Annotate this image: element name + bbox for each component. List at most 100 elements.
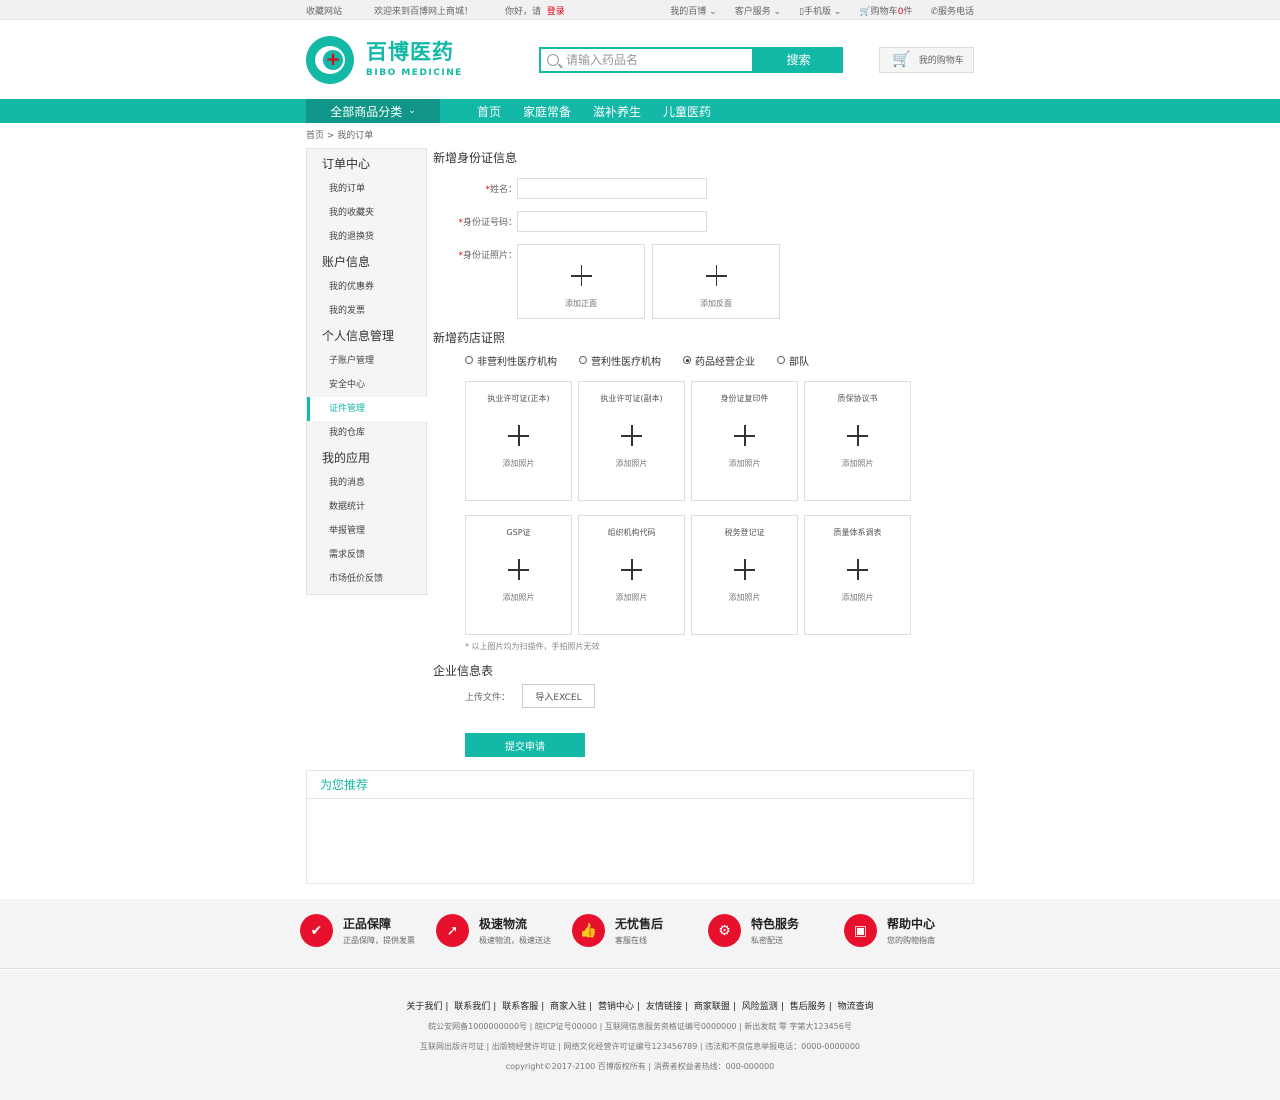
- sidebar-item-returns[interactable]: 我的退换货: [307, 225, 426, 249]
- logo[interactable]: 百博医药 BIBO MEDICINE: [306, 35, 539, 84]
- footer-link-risk[interactable]: 风险监测: [742, 1002, 778, 1012]
- sidebar-item-my-orders[interactable]: 我的订单: [307, 177, 426, 201]
- sidebar-item-sub-accounts[interactable]: 子账户管理: [307, 349, 426, 373]
- top-bar: 收藏网站 欢迎来到百博网上商城！ 你好，请 登录 我的百博 ⌄ 客户服务 ⌄ ▯…: [0, 0, 1280, 20]
- upload-id-copy[interactable]: 身份证复印件 添加照片: [691, 381, 798, 501]
- main-nav: 全部商品分类 ⌄ 首页 家庭常备 滋补养生 儿童医药: [0, 99, 1280, 123]
- upload-title: 税务登记证: [724, 528, 765, 537]
- nav-tonic[interactable]: 滋补养生: [593, 103, 641, 120]
- plus-icon: [621, 559, 642, 580]
- upload-quality-agreement[interactable]: 质保协议书 添加照片: [804, 381, 911, 501]
- import-excel-button[interactable]: 导入EXCEL: [522, 684, 596, 708]
- upload-title: 质量体系调表: [833, 528, 882, 537]
- name-field[interactable]: [517, 178, 707, 199]
- footer-link-contact[interactable]: 联系我们: [454, 1002, 490, 1012]
- service-subtitle: 您的购物指南: [887, 936, 935, 945]
- breadcrumb: 首页 > 我的订单: [306, 131, 374, 141]
- sidebar-group-personal: 个人信息管理: [322, 329, 395, 343]
- top-cart-suffix: 件: [903, 6, 913, 17]
- name-row: *姓名：: [433, 178, 974, 199]
- upload-org-code[interactable]: 组织机构代码 添加照片: [578, 515, 685, 635]
- service-subtitle: 私密配送: [751, 936, 783, 945]
- sidebar-item-messages[interactable]: 我的消息: [307, 471, 426, 495]
- footer-link-about[interactable]: 关于我们: [406, 1002, 442, 1012]
- sidebar-item-security[interactable]: 安全中心: [307, 373, 426, 397]
- all-categories-menu[interactable]: 全部商品分类 ⌄: [306, 99, 440, 123]
- footer-link-aftersale[interactable]: 售后服务: [790, 1002, 826, 1012]
- upload-gsp-cert[interactable]: GSP证 添加照片: [465, 515, 572, 635]
- my-cart-label: 我的购物车: [918, 56, 964, 66]
- radio-pharma-enterprise[interactable]: 药品经营企业: [683, 353, 755, 368]
- id-number-label: *身份证号码：: [433, 215, 517, 228]
- my-bibo-menu[interactable]: 我的百博 ⌄: [670, 4, 716, 17]
- sidebar-item-statistics[interactable]: 数据统计: [307, 495, 426, 519]
- add-photo-label: 添加照片: [841, 593, 874, 602]
- submit-application-button[interactable]: 提交申请: [465, 733, 585, 757]
- upload-title: 质保协议书: [837, 394, 878, 403]
- service-help[interactable]: ▣ 帮助中心 您的购物指南: [844, 914, 980, 947]
- license-upload-grid: 执业许可证(正本) 添加照片 执业许可证(副本) 添加照片 身份证复印件 添加照片 质…: [465, 381, 974, 635]
- sidebar-item-reports[interactable]: 举报管理: [307, 519, 426, 543]
- sidebar-item-coupons[interactable]: 我的优惠券: [307, 275, 426, 299]
- service-title: 正品保障: [343, 917, 392, 931]
- footer-link-marketing[interactable]: 营销中心: [598, 1002, 634, 1012]
- favorite-link[interactable]: 收藏网站: [306, 4, 342, 17]
- footer-link-logistics[interactable]: 物流查询: [838, 1002, 874, 1012]
- service-logistics[interactable]: ➚ 极速物流 极速物流，极速送达: [436, 914, 572, 947]
- radio-dot: [579, 356, 587, 364]
- top-cart-link[interactable]: 🛒购物车0件: [859, 4, 912, 17]
- sidebar-item-certificates[interactable]: 证件管理: [307, 397, 427, 421]
- footer: 关于我们 | 联系我们 | 联系客服 | 商家入驻 | 营销中心 | 友情链接 | 商家联盟…: [0, 970, 1280, 1100]
- login-link[interactable]: 登录: [547, 7, 565, 17]
- id-number-field[interactable]: [517, 211, 707, 232]
- upload-title: 执业许可证(正本): [487, 394, 550, 403]
- logo-name-en: BIBO MEDICINE: [366, 67, 463, 78]
- search-button[interactable]: 搜索: [754, 46, 843, 73]
- search-bar: 搜索: [539, 46, 843, 73]
- radio-profit[interactable]: 营利性医疗机构: [579, 353, 661, 368]
- upload-tax-registration[interactable]: 税务登记证 添加照片: [691, 515, 798, 635]
- sidebar-item-invoices[interactable]: 我的发票: [307, 299, 426, 323]
- mobile-menu[interactable]: ▯手机版 ⌄: [799, 4, 841, 17]
- search-icon: [547, 53, 559, 66]
- footer-license-line-2: 互联网出版许可证 | 出版物经营许可证 | 网络文化经营许可证编号1234567…: [419, 1042, 861, 1051]
- sidebar-item-feedback[interactable]: 需求反馈: [307, 543, 426, 567]
- my-cart-button[interactable]: 🛒 我的购物车: [879, 46, 974, 73]
- nav-family[interactable]: 家庭常备: [523, 103, 571, 120]
- sidebar-item-warehouse[interactable]: 我的仓库: [307, 421, 426, 445]
- search-input[interactable]: [566, 49, 746, 70]
- upload-license-copy[interactable]: 执业许可证(副本) 添加照片: [578, 381, 685, 501]
- add-photo-label: 添加照片: [502, 593, 535, 602]
- upload-id-back[interactable]: 添加反面: [652, 244, 780, 319]
- sidebar-group-orders: 订单中心: [322, 157, 371, 171]
- upload-license-original[interactable]: 执业许可证(正本) 添加照片: [465, 381, 572, 501]
- thumbs-up-icon: 👍: [572, 914, 605, 947]
- footer-link-friends[interactable]: 友情链接: [646, 1002, 682, 1012]
- plus-icon: [508, 559, 529, 580]
- customer-service-menu[interactable]: 客户服务 ⌄: [735, 4, 781, 17]
- search-box[interactable]: [539, 46, 754, 73]
- upload-title: 组织机构代码: [607, 528, 656, 537]
- upload-quality-system[interactable]: 质量体系调表 添加照片: [804, 515, 911, 635]
- upload-id-front[interactable]: 添加正面: [517, 244, 645, 319]
- footer-link-merchant[interactable]: 商家入驻: [550, 1002, 586, 1012]
- service-phone-link[interactable]: ✆服务电话: [930, 4, 974, 17]
- footer-link-alliance[interactable]: 商家联盟: [694, 1002, 730, 1012]
- radio-dot-checked: [683, 356, 691, 364]
- plus-icon: [847, 425, 868, 446]
- radio-profit-label: 营利性医疗机构: [591, 356, 661, 368]
- welcome-text: 欢迎来到百博网上商城！: [374, 6, 474, 17]
- footer-link-support[interactable]: 联系客服: [502, 1002, 538, 1012]
- radio-military[interactable]: 部队: [777, 353, 809, 368]
- service-aftersale[interactable]: 👍 无忧售后 客服在线: [572, 914, 708, 947]
- sidebar-item-favorites[interactable]: 我的收藏夹: [307, 201, 426, 225]
- sidebar-item-low-price[interactable]: 市场低价反馈: [307, 567, 426, 591]
- radio-nonprofit[interactable]: 非营利性医疗机构: [465, 353, 557, 368]
- nav-children[interactable]: 儿童医药: [663, 103, 711, 120]
- service-phone-label: 服务电话: [937, 6, 974, 17]
- enterprise-section-title: 企业信息表: [433, 664, 494, 678]
- service-genuine[interactable]: ✔ 正品保障 正品保障，提供发票: [300, 914, 436, 947]
- service-special[interactable]: ⚙ 特色服务 私密配送: [708, 914, 844, 947]
- add-photo-label: 添加照片: [502, 459, 535, 468]
- nav-home[interactable]: 首页: [477, 103, 501, 120]
